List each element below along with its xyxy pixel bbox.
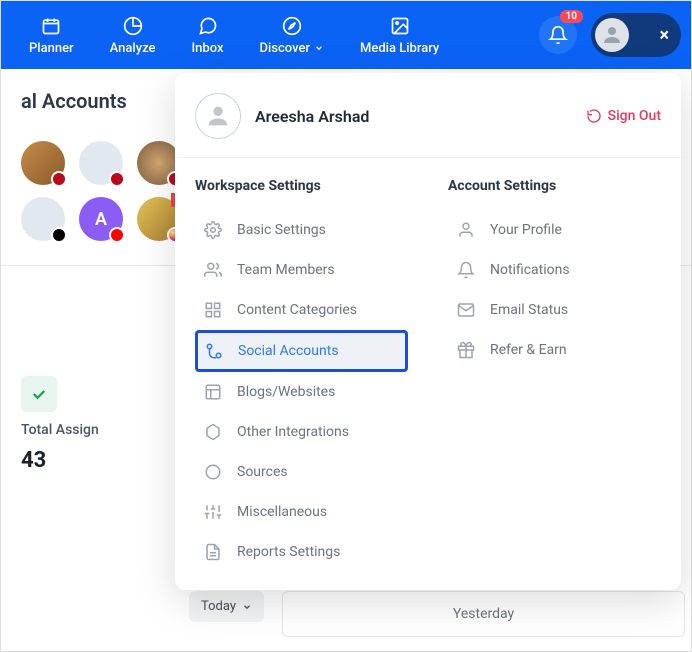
menu-label: Basic Settings xyxy=(237,222,326,238)
menu-basic-settings[interactable]: Basic Settings xyxy=(195,210,408,250)
yesterday-label: Yesterday xyxy=(453,606,514,622)
youtube-icon xyxy=(109,227,125,243)
circle-icon xyxy=(203,462,223,482)
avatar xyxy=(195,93,241,139)
nav-media-library[interactable]: Media Library xyxy=(342,15,457,56)
account-avatar[interactable]: A xyxy=(79,197,123,241)
dropdown-body: Workspace Settings Basic Settings Team M… xyxy=(175,158,681,578)
lower-bar: Today Yesterday xyxy=(189,591,685,637)
layout-icon xyxy=(203,382,223,402)
menu-label: Your Profile xyxy=(490,222,562,238)
message-icon xyxy=(197,15,219,37)
menu-email-status[interactable]: Email Status xyxy=(448,290,661,330)
nav-discover-label: Discover xyxy=(260,41,310,56)
bell-icon xyxy=(456,260,476,280)
pinterest-icon xyxy=(51,171,67,187)
nav-inbox-label: Inbox xyxy=(192,41,224,56)
menu-team-members[interactable]: Team Members xyxy=(195,250,408,290)
menu-reports-settings[interactable]: Reports Settings xyxy=(195,532,408,572)
menu-label: Miscellaneous xyxy=(237,504,327,520)
bell-icon xyxy=(548,25,568,45)
menu-label: Email Status xyxy=(490,302,568,318)
notification-badge: 10 xyxy=(560,10,583,23)
check-box xyxy=(21,376,57,412)
avatar xyxy=(595,18,629,52)
menu-blogs-websites[interactable]: Blogs/Websites xyxy=(195,372,408,412)
sliders-icon xyxy=(203,502,223,522)
today-filter[interactable]: Today xyxy=(189,591,264,622)
account-settings-col: Account Settings Your Profile Notificati… xyxy=(448,178,661,572)
menu-label: Notifications xyxy=(490,262,570,278)
sign-out-button[interactable]: Sign Out xyxy=(586,108,661,124)
nav-discover[interactable]: Discover xyxy=(242,15,342,56)
menu-label: Content Categories xyxy=(237,302,357,318)
menu-your-profile[interactable]: Your Profile xyxy=(448,210,661,250)
file-icon xyxy=(203,542,223,562)
top-nav: Planner Analyze Inbox Discover Media Lib… xyxy=(1,1,691,69)
yesterday-panel: Yesterday xyxy=(282,591,685,637)
notifications-button[interactable]: 10 xyxy=(539,16,577,54)
gear-icon xyxy=(203,220,223,240)
dropdown-header: Areesha Arshad Sign Out xyxy=(175,73,681,158)
menu-notifications[interactable]: Notifications xyxy=(448,250,661,290)
menu-label: Blogs/Websites xyxy=(237,384,335,400)
close-icon: × xyxy=(659,25,669,46)
menu-label: Sources xyxy=(237,464,288,480)
nav-analyze-label: Analyze xyxy=(110,41,156,56)
users-icon xyxy=(203,260,223,280)
chevron-down-icon xyxy=(242,602,252,612)
stat-value: 43 xyxy=(21,448,46,473)
menu-refer-earn[interactable]: Refer & Earn xyxy=(448,330,661,370)
profile-menu-button[interactable]: × xyxy=(591,13,681,57)
menu-miscellaneous[interactable]: Miscellaneous xyxy=(195,492,408,532)
branch-icon xyxy=(204,341,224,361)
hexagon-icon xyxy=(203,422,223,442)
stat-label: Total Assign xyxy=(21,422,99,438)
pinterest-icon xyxy=(109,171,125,187)
workspace-settings-col: Workspace Settings Basic Settings Team M… xyxy=(195,178,408,572)
account-settings-header: Account Settings xyxy=(448,178,661,194)
image-icon xyxy=(389,15,411,37)
nav-inbox[interactable]: Inbox xyxy=(174,15,242,56)
menu-content-categories[interactable]: Content Categories xyxy=(195,290,408,330)
chevron-down-icon xyxy=(314,43,324,53)
check-icon xyxy=(30,385,48,403)
mail-icon xyxy=(456,300,476,320)
menu-label: Reports Settings xyxy=(237,544,340,560)
account-avatar[interactable] xyxy=(79,141,123,185)
nav-media-label: Media Library xyxy=(360,41,439,56)
user-icon xyxy=(456,220,476,240)
nav-analyze[interactable]: Analyze xyxy=(92,15,174,56)
nav-planner[interactable]: Planner xyxy=(11,15,92,56)
menu-label: Social Accounts xyxy=(238,343,339,359)
user-menu-dropdown: Areesha Arshad Sign Out Workspace Settin… xyxy=(175,73,681,590)
today-filter-label: Today xyxy=(201,599,236,614)
sign-out-icon xyxy=(586,108,602,124)
sign-out-label: Sign Out xyxy=(608,108,661,124)
tiktok-icon xyxy=(51,227,67,243)
menu-social-accounts[interactable]: Social Accounts xyxy=(195,330,408,372)
menu-other-integrations[interactable]: Other Integrations xyxy=(195,412,408,452)
nav-planner-label: Planner xyxy=(29,41,74,56)
menu-label: Team Members xyxy=(237,262,335,278)
menu-label: Refer & Earn xyxy=(490,342,567,358)
user-name: Areesha Arshad xyxy=(255,107,369,126)
account-avatar[interactable] xyxy=(21,197,65,241)
gift-icon xyxy=(456,340,476,360)
grid-icon xyxy=(203,300,223,320)
pie-chart-icon xyxy=(122,15,144,37)
compass-icon xyxy=(281,15,303,37)
menu-sources[interactable]: Sources xyxy=(195,452,408,492)
workspace-settings-header: Workspace Settings xyxy=(195,178,408,194)
calendar-icon xyxy=(40,15,62,37)
account-avatar[interactable] xyxy=(21,141,65,185)
menu-label: Other Integrations xyxy=(237,424,349,440)
